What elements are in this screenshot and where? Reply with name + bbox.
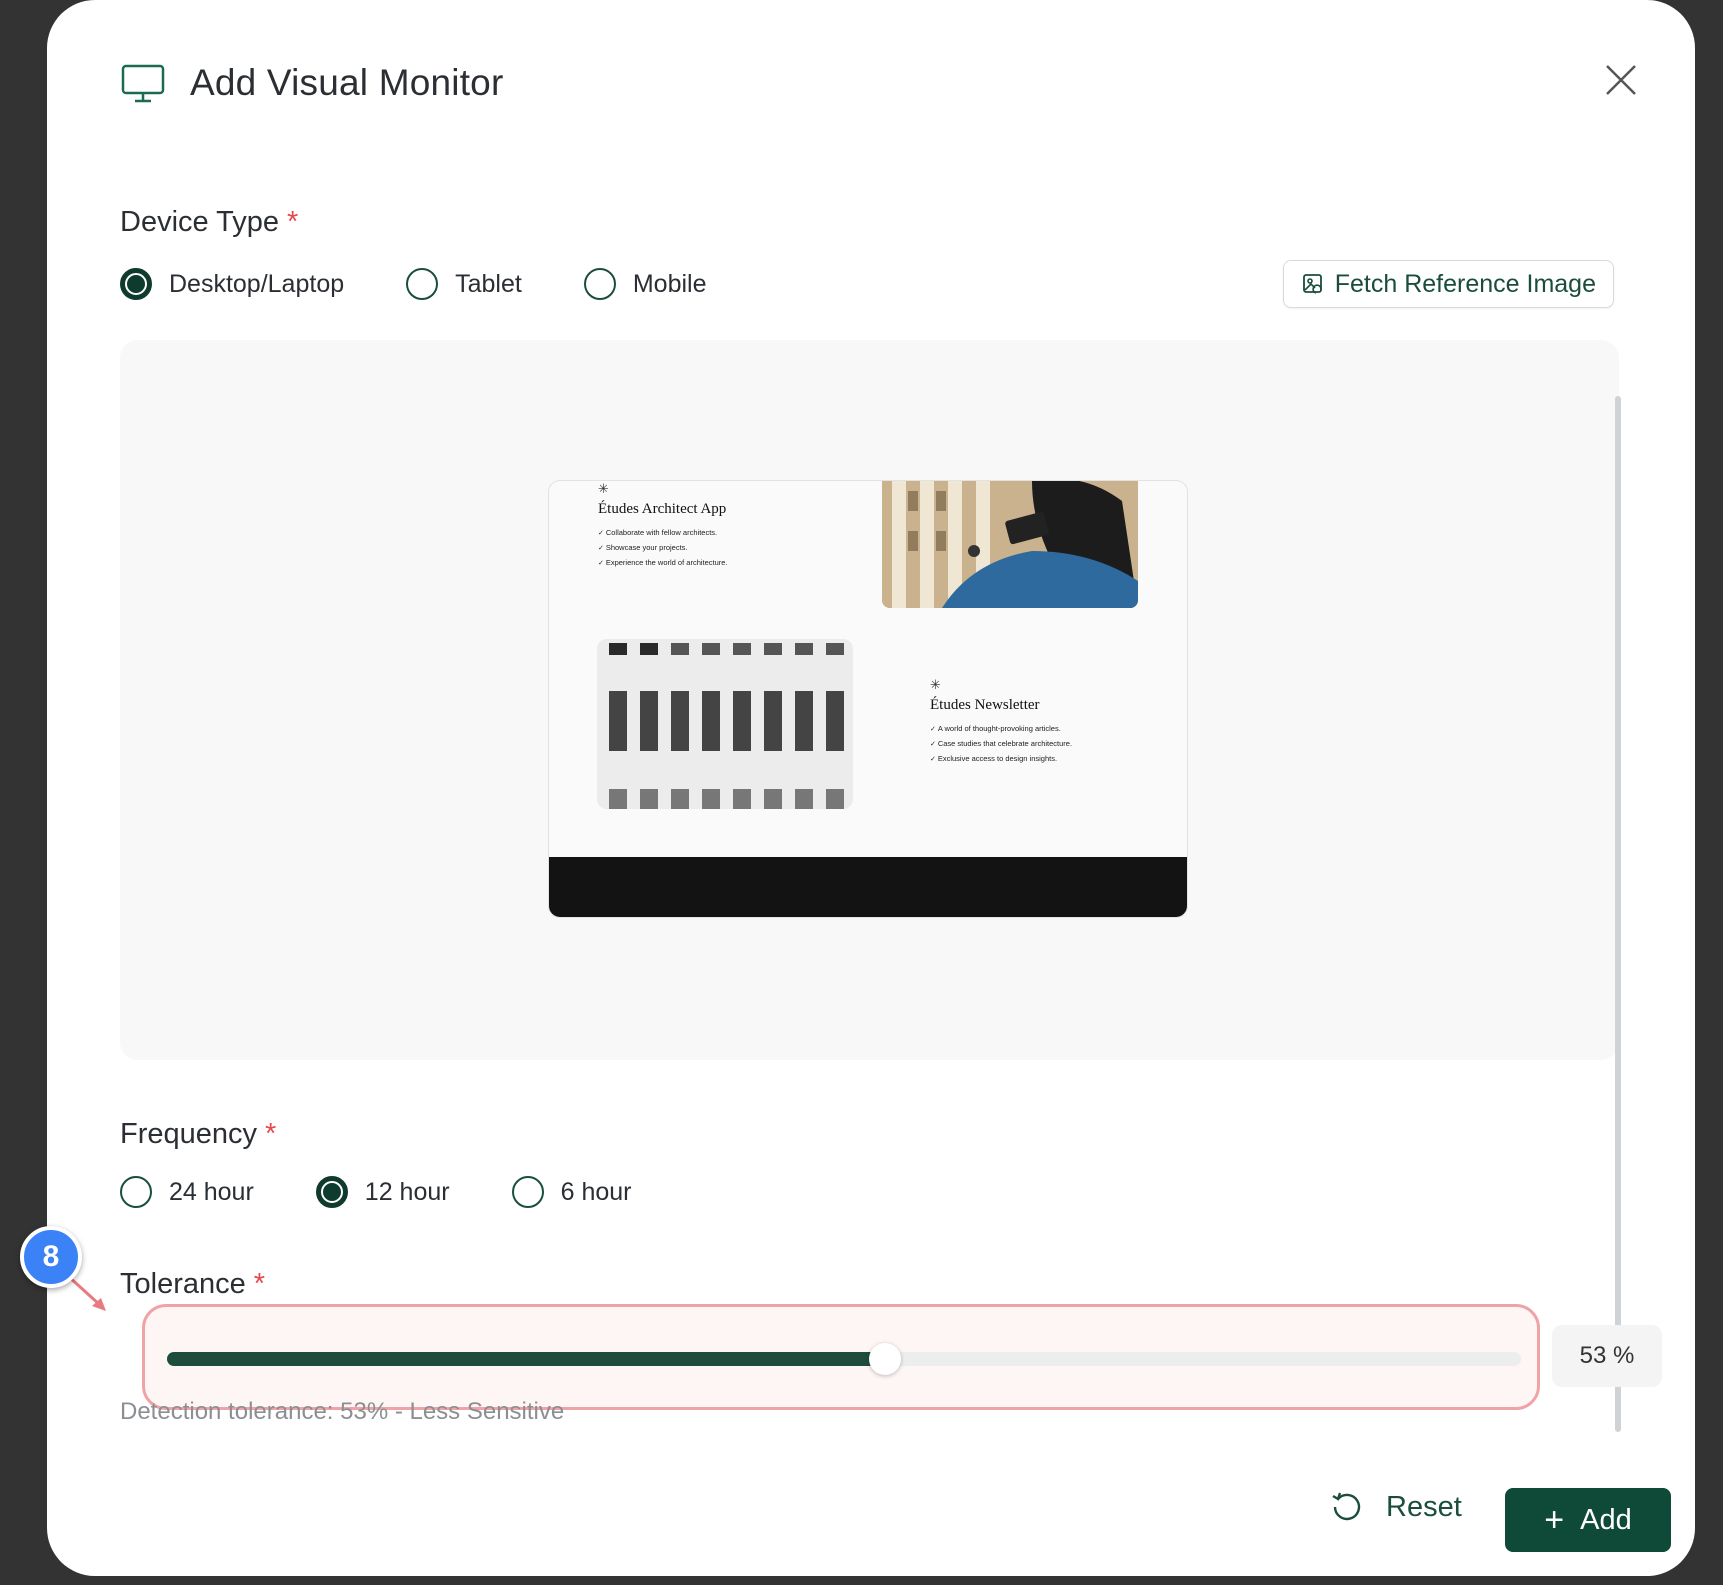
- image-refresh-icon: [1302, 274, 1322, 294]
- radio-selected-indicator: [315, 1176, 348, 1208]
- radio-tablet[interactable]: Tablet: [406, 268, 522, 300]
- facade-illustration: [597, 639, 853, 809]
- radio-label: Tablet: [455, 269, 522, 298]
- add-visual-monitor-dialog: Add Visual Monitor Device Type * Desktop/…: [47, 0, 1695, 1576]
- preview-block-newsletter: ✳ Études Newsletter A world of thought-p…: [930, 677, 1072, 767]
- preview-title-app: Études Architect App: [598, 501, 727, 517]
- preview-list-app: Collaborate with fellow architects. Show…: [598, 526, 728, 571]
- radio-12-hour[interactable]: 12 hour: [315, 1176, 450, 1208]
- photo-illustration: [882, 481, 1138, 608]
- radio-6-hour[interactable]: 6 hour: [511, 1176, 632, 1208]
- device-type-radio-group: Desktop/Laptop Tablet Mobile: [120, 268, 769, 300]
- close-icon[interactable]: [1603, 62, 1639, 98]
- list-item: Experience the world of architecture.: [598, 556, 728, 571]
- fetch-reference-image-button[interactable]: Fetch Reference Image: [1282, 260, 1614, 308]
- radio-desktop-laptop[interactable]: Desktop/Laptop: [120, 268, 344, 300]
- asterisk-icon: ✳: [598, 481, 609, 496]
- scrollbar[interactable]: [1615, 396, 1621, 1432]
- radio-indicator: [120, 1176, 152, 1208]
- tolerance-hint: Detection tolerance: 53% - Less Sensitiv…: [120, 1398, 565, 1425]
- radio-label: Mobile: [632, 269, 707, 298]
- radio-indicator: [406, 268, 439, 300]
- radio-label: 12 hour: [364, 1177, 450, 1206]
- reset-button-label: Reset: [1386, 1490, 1462, 1523]
- list-item: Exclusive access to design insights.: [930, 752, 1072, 767]
- add-button-label: Add: [1580, 1503, 1632, 1536]
- tolerance-value-display: 53 %: [1552, 1325, 1662, 1387]
- reference-screenshot: ✳ Études Architect App Collaborate with …: [548, 480, 1188, 918]
- preview-block-app: ✳ Études Architect App Collaborate with …: [598, 481, 728, 571]
- tolerance-slider-highlight: [142, 1304, 1540, 1410]
- radio-indicator: [583, 268, 616, 300]
- preview-footer-bar: [549, 857, 1187, 917]
- dialog-header: Add Visual Monitor: [120, 60, 503, 106]
- tolerance-label: Tolerance *: [120, 1268, 265, 1301]
- preview-title-newsletter: Études Newsletter: [930, 697, 1040, 713]
- add-button[interactable]: + Add: [1505, 1488, 1671, 1552]
- required-mark: *: [253, 1268, 266, 1300]
- radio-selected-indicator: [120, 268, 152, 300]
- fetch-button-label: Fetch Reference Image: [1334, 269, 1596, 298]
- plus-icon: +: [1544, 1500, 1565, 1539]
- photo-building-facade: [597, 639, 853, 809]
- reset-icon: [1332, 1492, 1361, 1521]
- radio-label: 24 hour: [169, 1177, 254, 1206]
- asterisk-icon: ✳: [930, 677, 941, 692]
- frequency-label: Frequency *: [120, 1118, 276, 1151]
- dialog-title: Add Visual Monitor: [190, 62, 504, 103]
- radio-label: Desktop/Laptop: [169, 269, 345, 298]
- radio-label: 6 hour: [560, 1177, 632, 1206]
- radio-24-hour[interactable]: 24 hour: [120, 1176, 254, 1208]
- frequency-label-text: Frequency: [120, 1118, 258, 1150]
- frequency-radio-group: 24 hour 12 hour 6 hour: [120, 1176, 693, 1208]
- list-item: A world of thought-provoking articles.: [930, 722, 1072, 737]
- device-type-label-text: Device Type: [120, 206, 280, 238]
- tolerance-label-text: Tolerance: [120, 1268, 246, 1300]
- required-mark: *: [287, 206, 299, 238]
- radio-mobile[interactable]: Mobile: [583, 268, 707, 300]
- photo-person-architecture: [882, 481, 1138, 608]
- list-item: Showcase your projects.: [598, 541, 728, 556]
- required-mark: *: [265, 1118, 277, 1150]
- annotation-marker: 8: [20, 1226, 82, 1288]
- list-item: Case studies that celebrate architecture…: [930, 737, 1072, 752]
- radio-indicator: [511, 1176, 544, 1208]
- list-item: Collaborate with fellow architects.: [598, 526, 728, 541]
- reset-button[interactable]: Reset: [1330, 1490, 1462, 1524]
- monitor-icon: [121, 64, 165, 103]
- tolerance-slider-fill: [167, 1352, 885, 1366]
- tolerance-slider-track[interactable]: [167, 1343, 1521, 1375]
- preview-list-newsletter: A world of thought-provoking articles. C…: [930, 722, 1072, 767]
- tolerance-slider-thumb[interactable]: [868, 1343, 901, 1375]
- device-type-label: Device Type *: [120, 206, 298, 239]
